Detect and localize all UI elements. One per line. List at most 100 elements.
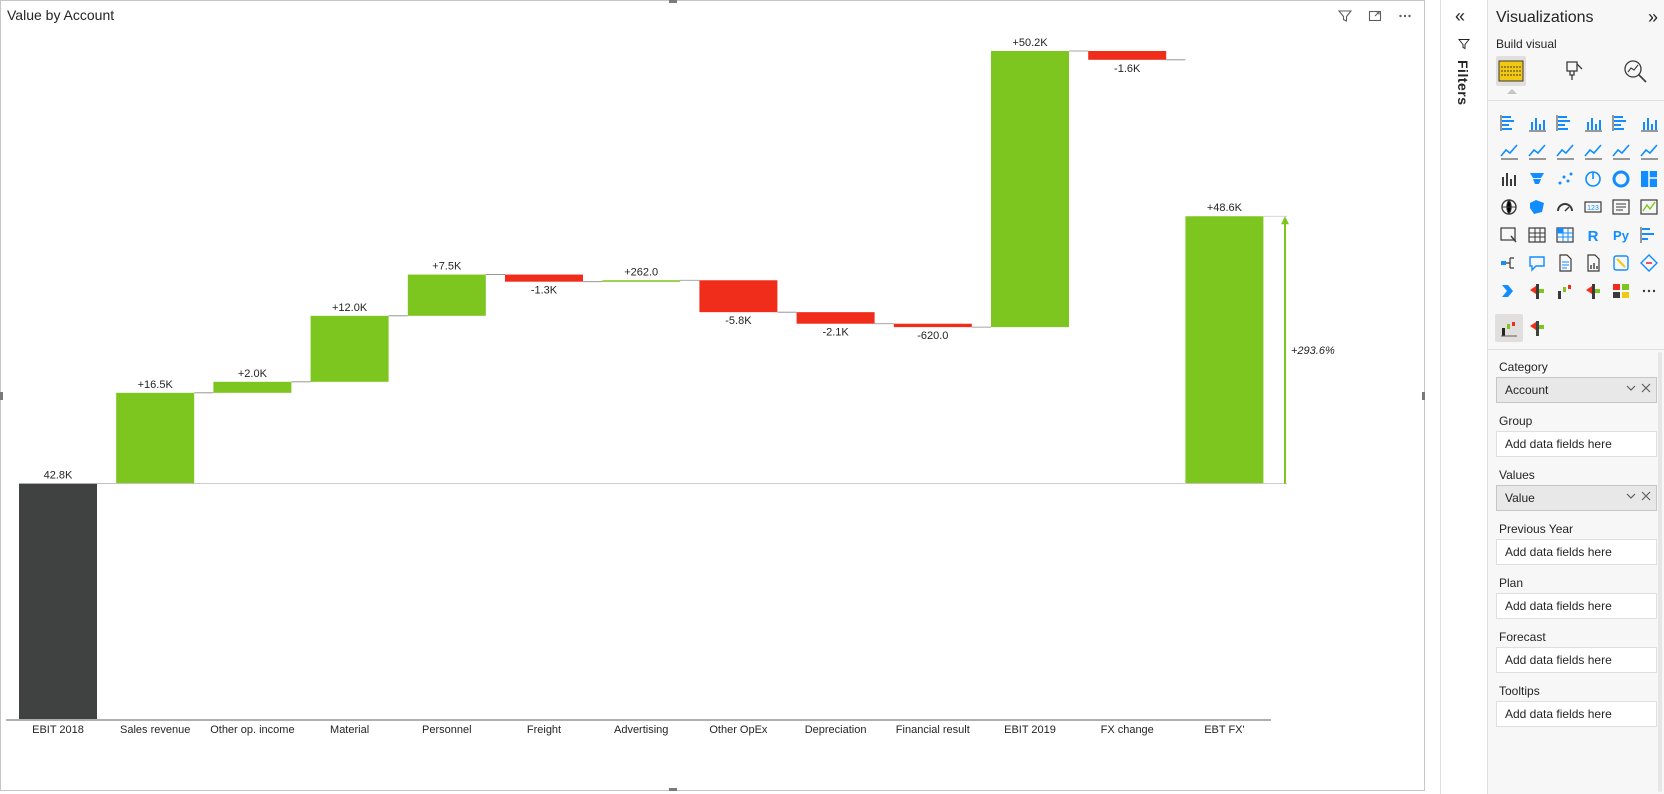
pane-divider bbox=[1488, 100, 1664, 101]
card-icon[interactable]: 123 bbox=[1579, 193, 1607, 221]
treemap-icon[interactable] bbox=[1635, 165, 1663, 193]
python-visual-icon[interactable]: Py bbox=[1607, 221, 1635, 249]
add-data-fields-dropzone[interactable]: Add data fields here bbox=[1496, 701, 1657, 727]
map-icon[interactable] bbox=[1495, 193, 1523, 221]
clustered-bar-chart-icon[interactable] bbox=[1551, 109, 1579, 137]
zebra-bi-waterfall-icon[interactable] bbox=[1551, 277, 1579, 305]
zebra-bi-selected-icon[interactable] bbox=[1495, 314, 1523, 342]
collapse-filters-icon[interactable]: « bbox=[1455, 6, 1465, 27]
well-field-text: Value bbox=[1505, 491, 1535, 505]
100-stacked-column-chart-icon[interactable] bbox=[1635, 109, 1663, 137]
stacked-column-chart-icon[interactable] bbox=[1523, 109, 1551, 137]
collapse-visualizations-icon[interactable]: » bbox=[1648, 7, 1658, 28]
category-tick-label: Other OpEx bbox=[709, 724, 768, 736]
svg-text:123: 123 bbox=[1587, 205, 1599, 212]
waterfall-bar bbox=[699, 280, 778, 313]
well-previous-year: Previous Year Add data fields here bbox=[1496, 519, 1657, 565]
build-visual-label: Build visual bbox=[1496, 37, 1557, 51]
pane-scrollbar[interactable] bbox=[1658, 352, 1662, 792]
visual-mode-tabs bbox=[1496, 56, 1661, 96]
zebra-bi-tables-icon[interactable] bbox=[1579, 277, 1607, 305]
ribbon-chart-icon[interactable] bbox=[1635, 137, 1663, 165]
well-label: Previous Year bbox=[1499, 522, 1574, 536]
add-data-fields-dropzone[interactable]: Add data fields here bbox=[1496, 647, 1657, 673]
pie-chart-icon[interactable] bbox=[1579, 165, 1607, 193]
well-label: Tooltips bbox=[1499, 684, 1540, 698]
resize-handle-left[interactable] bbox=[0, 392, 3, 400]
well-category: Category Account bbox=[1496, 357, 1657, 403]
smart-narrative-icon[interactable] bbox=[1551, 249, 1579, 277]
waterfall-visual[interactable]: Value by Account 42.8K EBIT 2018 +16.5K Sal… bbox=[0, 0, 1425, 791]
r-visual-icon[interactable]: R bbox=[1579, 221, 1607, 249]
clustered-column-chart-icon[interactable] bbox=[1579, 109, 1607, 137]
funnel-chart-icon[interactable] bbox=[1523, 165, 1551, 193]
matrix-icon[interactable] bbox=[1551, 221, 1579, 249]
filters-pane: « Filters bbox=[1440, 0, 1487, 794]
difference-arrow-head bbox=[1281, 216, 1289, 225]
zebra-bi-alt-icon[interactable] bbox=[1523, 314, 1551, 342]
bar-value-label: +262.0 bbox=[624, 266, 658, 278]
more-visuals-icon[interactable] bbox=[1635, 277, 1663, 305]
line-chart-icon[interactable] bbox=[1495, 137, 1523, 165]
slicer-icon[interactable] bbox=[1495, 221, 1523, 249]
visualizations-title: Visualizations bbox=[1496, 9, 1594, 26]
well-field-pill[interactable]: Account bbox=[1496, 377, 1657, 403]
category-tick-label: Personnel bbox=[422, 724, 472, 736]
waterfall-bar bbox=[1088, 51, 1167, 60]
custom-grid-icon[interactable] bbox=[1607, 277, 1635, 305]
resize-handle-right[interactable] bbox=[1422, 392, 1425, 400]
power-apps-icon[interactable] bbox=[1607, 249, 1635, 277]
bar-value-label: +2.0K bbox=[238, 368, 268, 380]
decomposition-tree-icon[interactable] bbox=[1495, 249, 1523, 277]
well-field-text: Add data fields here bbox=[1505, 437, 1612, 451]
waterfall-bar bbox=[893, 323, 972, 328]
waterfall-bar bbox=[213, 381, 292, 393]
table-icon[interactable] bbox=[1523, 221, 1551, 249]
zebra-bi-charts-icon[interactable] bbox=[1523, 277, 1551, 305]
multi-row-card-icon[interactable] bbox=[1607, 193, 1635, 221]
add-data-fields-dropzone[interactable]: Add data fields here bbox=[1496, 539, 1657, 565]
area-chart-icon[interactable] bbox=[1523, 137, 1551, 165]
filled-map-icon[interactable] bbox=[1523, 193, 1551, 221]
stacked-bar-chart-icon[interactable] bbox=[1495, 109, 1523, 137]
well-plan: Plan Add data fields here bbox=[1496, 573, 1657, 619]
build-visual-tab[interactable] bbox=[1496, 56, 1526, 94]
waterfall-chart: 42.8K EBIT 2018 +16.5K Sales revenue +2.0K Ot… bbox=[6, 37, 1335, 736]
resize-handle-bottom[interactable] bbox=[669, 788, 677, 791]
scatter-chart-icon[interactable] bbox=[1551, 165, 1579, 193]
donut-chart-icon[interactable] bbox=[1607, 165, 1635, 193]
power-automate-icon[interactable] bbox=[1635, 249, 1663, 277]
well-field-pill[interactable]: Value bbox=[1496, 485, 1657, 511]
line-and-stacked-column-icon[interactable] bbox=[1579, 137, 1607, 165]
remove-field-icon[interactable] bbox=[1641, 490, 1651, 504]
100-stacked-bar-chart-icon[interactable] bbox=[1607, 109, 1635, 137]
category-tick-label: EBT FX' bbox=[1204, 724, 1244, 736]
chevron-down-icon[interactable] bbox=[1626, 491, 1636, 504]
well-values: Values Value bbox=[1496, 465, 1657, 511]
key-influencers-icon[interactable] bbox=[1635, 221, 1663, 249]
chevron-visual-icon[interactable] bbox=[1495, 277, 1523, 305]
chevron-down-icon[interactable] bbox=[1626, 383, 1636, 396]
fields-icon bbox=[1498, 60, 1524, 82]
resize-handle-top[interactable] bbox=[669, 0, 677, 3]
bar-value-label: +50.2K bbox=[1012, 37, 1048, 49]
remove-field-icon[interactable] bbox=[1641, 382, 1651, 396]
line-and-clustered-column-icon[interactable] bbox=[1607, 137, 1635, 165]
qa-icon[interactable] bbox=[1523, 249, 1551, 277]
paginated-report-icon[interactable] bbox=[1579, 249, 1607, 277]
kpi-icon[interactable] bbox=[1635, 193, 1663, 221]
filters-label[interactable]: Filters bbox=[1455, 60, 1471, 106]
waterfall-bar bbox=[116, 392, 195, 484]
analytics-tab[interactable] bbox=[1620, 56, 1650, 86]
bar-value-label: +16.5K bbox=[138, 379, 174, 391]
bar-value-label: -1.3K bbox=[531, 285, 558, 297]
bar-value-label: 42.8K bbox=[44, 470, 73, 482]
gauge-icon[interactable] bbox=[1551, 193, 1579, 221]
stacked-area-chart-icon[interactable] bbox=[1551, 137, 1579, 165]
filter-funnel-icon bbox=[1457, 38, 1471, 53]
waterfall-chart-icon[interactable] bbox=[1495, 165, 1523, 193]
add-data-fields-dropzone[interactable]: Add data fields here bbox=[1496, 431, 1657, 457]
format-visual-tab[interactable] bbox=[1558, 56, 1588, 86]
category-tick-label: Financial result bbox=[896, 724, 970, 736]
add-data-fields-dropzone[interactable]: Add data fields here bbox=[1496, 593, 1657, 619]
